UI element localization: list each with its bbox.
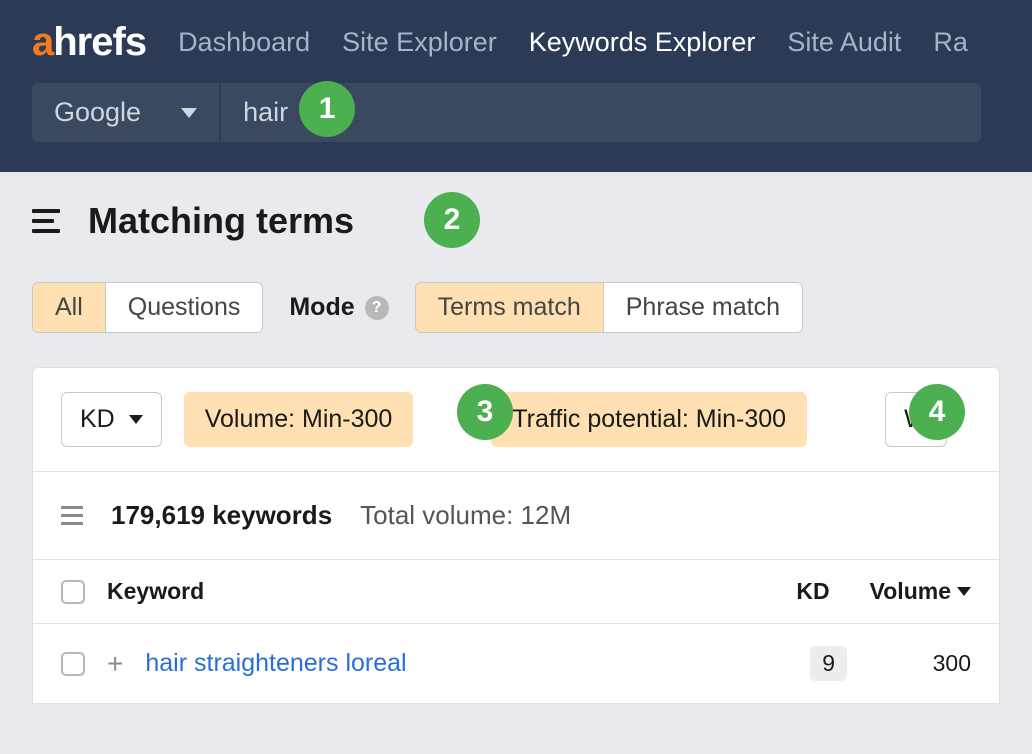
page-content: Matching terms 2 All Questions Mode ? Te… xyxy=(0,172,1032,732)
nav-dashboard[interactable]: Dashboard xyxy=(178,27,310,58)
column-keyword[interactable]: Keyword xyxy=(107,578,204,605)
logo[interactable]: ahrefs xyxy=(32,20,146,65)
tab-questions[interactable]: Questions xyxy=(105,283,263,332)
list-settings-icon[interactable] xyxy=(61,506,83,525)
row-checkbox[interactable] xyxy=(61,652,85,676)
column-volume[interactable]: Volume xyxy=(870,578,971,605)
table-row: + hair straighteners loreal 9 300 xyxy=(32,624,1000,704)
logo-rest: hrefs xyxy=(53,20,146,64)
expand-icon[interactable]: + xyxy=(107,648,123,680)
search-row: Google hair 1 xyxy=(0,83,1032,172)
search-value: hair xyxy=(243,97,288,127)
tab-all[interactable]: All xyxy=(33,283,105,332)
keyword-count: 179,619 keywords xyxy=(111,500,332,531)
select-all-checkbox[interactable] xyxy=(61,580,85,604)
chevron-down-icon xyxy=(129,415,143,424)
kd-value: 9 xyxy=(810,646,847,681)
filters-bar: KD Volume: Min-300 3 Traffic potential: … xyxy=(32,367,1000,472)
tab-terms-match[interactable]: Terms match xyxy=(416,283,603,332)
column-kd[interactable]: KD xyxy=(796,578,829,605)
volume-filter-chip[interactable]: Volume: Min-300 xyxy=(184,392,414,447)
search-input[interactable]: hair 1 xyxy=(221,83,981,142)
tab-phrase-match[interactable]: Phrase match xyxy=(603,283,802,332)
filter-tab-group: All Questions xyxy=(32,282,263,333)
nav-site-explorer[interactable]: Site Explorer xyxy=(342,27,497,58)
app-header: ahrefs Dashboard Site Explorer Keywords … xyxy=(0,0,1032,172)
volume-value: 300 xyxy=(889,650,971,677)
logo-a: a xyxy=(32,20,53,64)
sort-desc-icon xyxy=(957,587,971,596)
help-icon[interactable]: ? xyxy=(365,296,389,320)
nav-keywords-explorer[interactable]: Keywords Explorer xyxy=(529,27,756,58)
annotation-badge-2: 2 xyxy=(424,192,480,248)
menu-icon[interactable] xyxy=(32,209,60,233)
mode-tab-group: Terms match Phrase match xyxy=(415,282,803,333)
tabs-row: All Questions Mode ? Terms match Phrase … xyxy=(32,282,1000,333)
keyword-link[interactable]: hair straighteners loreal xyxy=(145,649,406,678)
mode-label: Mode ? xyxy=(289,293,388,322)
annotation-badge-4: 4 xyxy=(909,384,965,440)
engine-label: Google xyxy=(54,97,141,128)
annotation-badge-1: 1 xyxy=(299,81,355,137)
chevron-down-icon xyxy=(181,108,197,118)
nav-rank[interactable]: Ra xyxy=(933,27,968,58)
title-row: Matching terms 2 xyxy=(32,200,1000,242)
search-engine-select[interactable]: Google xyxy=(32,83,219,142)
kd-filter-button[interactable]: KD xyxy=(61,392,162,447)
traffic-filter-chip[interactable]: Traffic potential: Min-300 xyxy=(491,392,807,447)
results-summary: 179,619 keywords Total volume: 12M xyxy=(32,472,1000,560)
total-volume: Total volume: 12M xyxy=(360,500,571,531)
nav-site-audit[interactable]: Site Audit xyxy=(787,27,901,58)
table-header: Keyword KD Volume xyxy=(32,560,1000,624)
annotation-badge-3: 3 xyxy=(457,384,513,440)
page-title: Matching terms xyxy=(88,200,354,242)
top-nav: ahrefs Dashboard Site Explorer Keywords … xyxy=(0,0,1032,83)
